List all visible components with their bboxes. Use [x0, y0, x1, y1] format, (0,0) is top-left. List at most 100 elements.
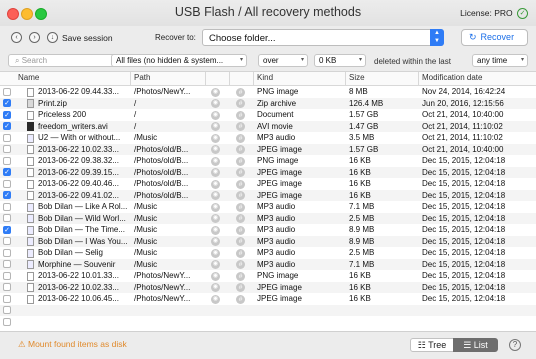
- list-view-button[interactable]: ☰ List: [453, 338, 498, 352]
- help-button[interactable]: ?: [509, 339, 521, 351]
- column-divider[interactable]: [130, 72, 131, 85]
- recovery-chances-icon[interactable]: #: [236, 179, 245, 189]
- download-icon[interactable]: ↓: [47, 32, 58, 43]
- row-checkbox[interactable]: [3, 317, 11, 326]
- table-row[interactable]: 2013-06-22 09.40.46... /Photos/old/B... JP…: [0, 178, 536, 190]
- table-row[interactable]: ✓ Priceless 200 / Document 1.57 GB Oct 21, 20…: [0, 109, 536, 121]
- row-checkbox[interactable]: ✓: [3, 110, 11, 119]
- row-checkbox[interactable]: [3, 202, 11, 211]
- table-row[interactable]: ✓ 2013-06-22 09.39.15... /Photos/old/B... J…: [0, 166, 536, 178]
- table-row[interactable]: Bob Dilan — Like A Rol... /Music MP3 audio…: [0, 201, 536, 213]
- preview-eye-icon[interactable]: ◉: [211, 133, 220, 143]
- preview-eye-icon[interactable]: ◉: [211, 271, 220, 281]
- size-operator-select[interactable]: over ▾: [258, 54, 308, 67]
- table-row[interactable]: ✓ 2013-06-22 09.41.02... /Photos/old/B... J…: [0, 189, 536, 201]
- row-checkbox[interactable]: ✓: [3, 225, 11, 234]
- row-checkbox[interactable]: [3, 179, 11, 188]
- recover-button[interactable]: ↻ Recover: [461, 29, 528, 46]
- recovery-chances-icon[interactable]: #: [236, 260, 245, 269]
- recovery-chances-icon[interactable]: #: [236, 271, 245, 281]
- recovery-chances-icon[interactable]: #: [236, 248, 245, 258]
- preview-eye-icon[interactable]: ◉: [211, 99, 220, 108]
- save-session-button[interactable]: Save session: [62, 33, 113, 43]
- preview-eye-icon[interactable]: ◉: [211, 294, 220, 304]
- size-value-input[interactable]: 0 KB ▾: [314, 54, 366, 67]
- column-header-path[interactable]: Path: [134, 73, 150, 82]
- preview-eye-icon[interactable]: ◉: [211, 122, 220, 131]
- row-checkbox[interactable]: [3, 306, 11, 314]
- recovery-chances-icon[interactable]: #: [236, 237, 245, 246]
- table-row[interactable]: U2 — With or without... /Music MP3 audio 3.…: [0, 132, 536, 144]
- column-header-name[interactable]: Name: [18, 73, 39, 82]
- table-row[interactable]: Bob Dilan — Wild Worl... /Music MP3 audio 2…: [0, 212, 536, 224]
- column-header-size[interactable]: Size: [349, 73, 365, 82]
- table-row[interactable]: 2013-06-22 09.38.32... /Photos/old/B... PN…: [0, 155, 536, 167]
- table-row[interactable]: Morphine — Souvenir/Music MP3 audio 7.1 MB…: [0, 258, 536, 270]
- preview-eye-icon[interactable]: ◉: [211, 110, 220, 120]
- recovery-chances-icon[interactable]: #: [236, 145, 245, 154]
- column-divider[interactable]: [229, 72, 230, 85]
- column-divider[interactable]: [205, 72, 206, 85]
- preview-eye-icon[interactable]: ◉: [211, 260, 220, 269]
- recovery-chances-icon[interactable]: #: [236, 225, 245, 235]
- recovery-chances-icon[interactable]: #: [236, 294, 245, 304]
- table-row[interactable]: Bob Dilan — Selig/Music MP3 audio 2.5 MB De…: [0, 247, 536, 259]
- preview-eye-icon[interactable]: ◉: [211, 225, 220, 235]
- recovery-chances-icon[interactable]: #: [236, 87, 245, 97]
- recovery-chances-icon[interactable]: #: [236, 191, 245, 200]
- row-checkbox[interactable]: ✓: [3, 168, 11, 176]
- table-row[interactable]: ✓ Print.zip / Zip archive 126.4 MB Jun 20, 20…: [0, 97, 536, 109]
- recovery-chances-icon[interactable]: #: [236, 168, 245, 177]
- row-checkbox[interactable]: [3, 294, 11, 303]
- preview-eye-icon[interactable]: ◉: [211, 202, 220, 212]
- preview-eye-icon[interactable]: ◉: [211, 237, 220, 246]
- preview-eye-icon[interactable]: ◉: [211, 145, 220, 154]
- table-row[interactable]: Bob Dilan — I Was You... /Music MP3 audio 8…: [0, 235, 536, 247]
- table-row[interactable]: ✓ Bob Dilan — The Time... /Music MP3 audio 8…: [0, 224, 536, 236]
- tree-view-button[interactable]: ☷ Tree: [410, 338, 454, 352]
- recovery-chances-icon[interactable]: #: [236, 202, 245, 212]
- table-row[interactable]: 2013-06-22 10.01.33... /Photos/NewY... PNG…: [0, 270, 536, 282]
- row-checkbox[interactable]: [3, 248, 11, 257]
- column-divider[interactable]: [418, 72, 419, 85]
- column-header-modified[interactable]: Modification date: [422, 73, 482, 82]
- mount-as-disk-button[interactable]: ⚠ Mount found items as disk: [18, 339, 127, 350]
- preview-eye-icon[interactable]: ◉: [211, 168, 220, 177]
- table-row[interactable]: ✓ freedom_writers.avi / AVI movie 1.47 GB Oct…: [0, 120, 536, 132]
- forward-button[interactable]: ›: [29, 32, 40, 43]
- time-range-select[interactable]: any time ▾: [472, 54, 528, 67]
- column-divider[interactable]: [253, 72, 254, 85]
- recovery-chances-icon[interactable]: #: [236, 156, 245, 166]
- row-checkbox[interactable]: [3, 271, 11, 280]
- row-checkbox[interactable]: [3, 145, 11, 153]
- recovery-chances-icon[interactable]: #: [236, 214, 245, 223]
- file-type-filter[interactable]: All files (no hidden & system... ▾: [111, 54, 247, 67]
- preview-eye-icon[interactable]: ◉: [211, 248, 220, 258]
- search-input[interactable]: ⌕ Search: [8, 54, 120, 67]
- row-checkbox[interactable]: [3, 283, 11, 291]
- preview-eye-icon[interactable]: ◉: [211, 156, 220, 166]
- row-checkbox[interactable]: [3, 87, 11, 96]
- table-row[interactable]: [0, 304, 536, 316]
- preview-eye-icon[interactable]: ◉: [211, 87, 220, 97]
- table-row[interactable]: [0, 316, 536, 328]
- table-row[interactable]: 2013-06-22 09.44.33... /Photos/NewY... PNG…: [0, 86, 536, 98]
- recover-folder-select[interactable]: Choose folder... ▲ ▼: [202, 29, 444, 46]
- column-header-kind[interactable]: Kind: [257, 73, 273, 82]
- preview-eye-icon[interactable]: ◉: [211, 214, 220, 223]
- row-checkbox[interactable]: [3, 133, 11, 142]
- recovery-chances-icon[interactable]: #: [236, 99, 245, 108]
- column-divider[interactable]: [345, 72, 346, 85]
- preview-eye-icon[interactable]: ◉: [211, 191, 220, 200]
- row-checkbox[interactable]: [3, 156, 11, 165]
- back-button[interactable]: ‹: [11, 32, 22, 43]
- recovery-chances-icon[interactable]: #: [236, 110, 245, 120]
- recovery-chances-icon[interactable]: #: [236, 122, 245, 131]
- preview-eye-icon[interactable]: ◉: [211, 179, 220, 189]
- preview-eye-icon[interactable]: ◉: [211, 283, 220, 292]
- row-checkbox[interactable]: [3, 237, 11, 245]
- table-row[interactable]: 2013-06-22 10.02.33... /Photos/old/B... JP…: [0, 143, 536, 155]
- recovery-chances-icon[interactable]: #: [236, 133, 245, 143]
- row-checkbox[interactable]: ✓: [3, 122, 11, 130]
- recovery-chances-icon[interactable]: #: [236, 283, 245, 292]
